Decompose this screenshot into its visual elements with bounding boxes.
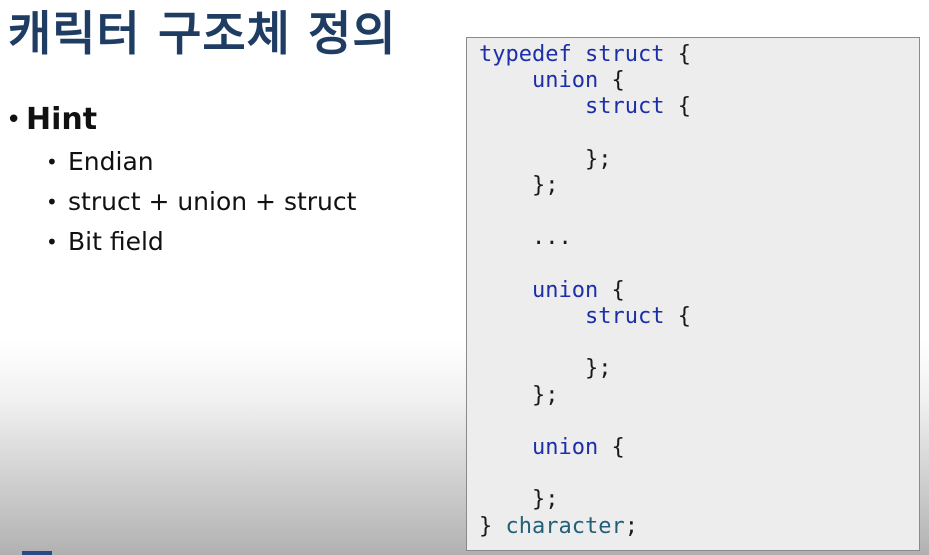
code-punct: }; (584, 146, 612, 172)
code-type-name: character (505, 513, 625, 539)
code-keyword: struct (584, 94, 665, 120)
code-keyword: typedef (479, 42, 572, 67)
code-punct: }; (531, 487, 559, 513)
bullet-dot-icon: • (6, 105, 22, 135)
bullet-dot-icon: • (46, 230, 58, 254)
code-punct: { (611, 435, 625, 461)
code-text: typedef struct { union { struct { }; }; … (479, 42, 919, 540)
code-keyword: union (531, 68, 599, 94)
hint-sub-item-struct-union: • struct + union + struct (46, 182, 356, 222)
hint-sub-item-label: Endian (68, 147, 154, 176)
code-punct: { (611, 68, 625, 94)
hint-sub-item-endian: • Endian (46, 142, 356, 182)
bullet-dot-icon: • (46, 150, 58, 174)
code-ellipsis: ... (531, 225, 572, 251)
bullet-dot-icon: • (46, 190, 58, 214)
hint-label: Hint (26, 102, 98, 137)
hint-sub-item-label: Bit field (68, 227, 164, 256)
code-punct: }; (584, 356, 612, 382)
code-keyword: struct (584, 304, 665, 330)
code-punct: { (611, 277, 625, 303)
code-punct: { (677, 304, 691, 330)
code-punct: } (479, 513, 493, 539)
bottom-accent-bar (22, 551, 52, 555)
code-punct: ; (624, 513, 638, 539)
code-punct: { (677, 94, 691, 120)
slide-title: 캐릭터 구조체 정의 (8, 7, 397, 62)
hint-sub-item-bit-field: • Bit field (46, 222, 356, 262)
code-keyword: union (531, 277, 599, 303)
hint-bullet: • Hint • Endian • struct + union + struc… (6, 100, 356, 262)
hint-sub-item-label: struct + union + struct (68, 187, 357, 216)
code-block: typedef struct { union { struct { }; }; … (466, 37, 920, 551)
code-punct: }; (531, 173, 559, 199)
code-punct: }; (531, 382, 559, 408)
hint-bullet-list: • Hint • Endian • struct + union + struc… (6, 100, 356, 262)
hint-sub-list: • Endian • struct + union + struct • Bit… (6, 142, 356, 262)
code-punct: { (677, 42, 691, 67)
code-keyword: union (531, 435, 599, 461)
code-keyword: struct (584, 42, 665, 67)
